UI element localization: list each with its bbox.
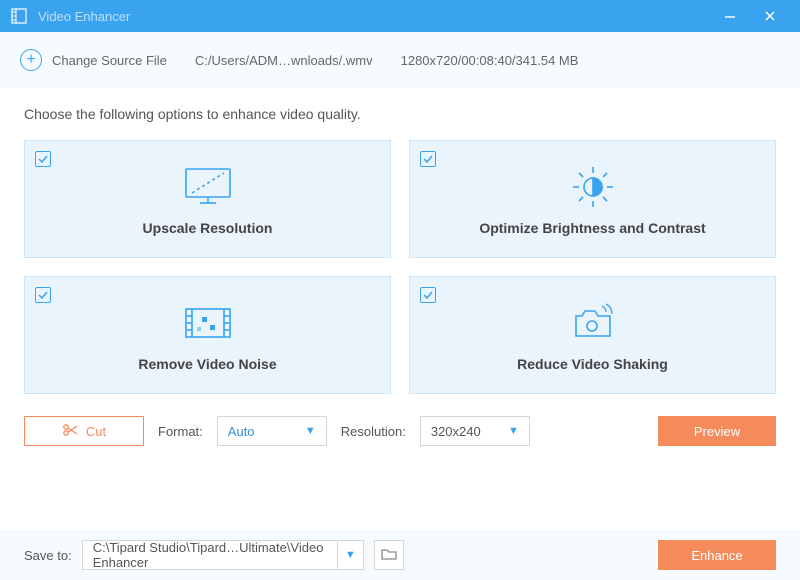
preview-button[interactable]: Preview [658,416,776,446]
toolbar: Cut Format: Auto ▼ Resolution: 320x240 ▼… [0,394,800,446]
app-title: Video Enhancer [38,9,710,24]
format-label: Format: [158,424,203,439]
enhance-label: Enhance [691,548,742,563]
scissors-icon [62,423,78,440]
resolution-label: Resolution: [341,424,406,439]
option-upscale-resolution[interactable]: Upscale Resolution [24,140,391,258]
open-folder-button[interactable] [374,540,404,570]
option-label: Upscale Resolution [143,220,273,236]
folder-icon [381,547,397,564]
saveto-path: C:\Tipard Studio\Tipard…Ultimate\Video E… [93,540,327,570]
chevron-down-icon: ▼ [508,425,519,437]
cut-button[interactable]: Cut [24,416,144,446]
app-icon [10,7,28,25]
checkbox-icon [420,151,436,167]
source-path: C:/Users/ADM…wnloads/.wmv [195,53,373,68]
close-button[interactable] [750,0,790,32]
source-info: 1280x720/00:08:40/341.54 MB [401,53,579,68]
change-source-button[interactable]: + Change Source File [20,49,167,71]
checkbox-icon [35,287,51,303]
brightness-icon [567,162,619,212]
resolution-value: 320x240 [431,424,481,439]
monitor-icon [180,162,236,212]
plus-icon: + [20,49,42,71]
saveto-dropdown-button[interactable]: ▼ [338,540,364,570]
saveto-path-select[interactable]: C:\Tipard Studio\Tipard…Ultimate\Video E… [82,540,338,570]
option-label: Remove Video Noise [138,356,276,372]
cut-label: Cut [86,424,106,439]
saveto-label: Save to: [24,548,72,563]
options-grid: Upscale Resolution Optimize Brightness a… [24,140,776,394]
titlebar: Video Enhancer [0,0,800,32]
resolution-select[interactable]: 320x240 ▼ [420,416,530,446]
change-source-label: Change Source File [52,53,167,68]
format-value: Auto [228,424,255,439]
film-icon [182,298,234,348]
camera-shake-icon [566,298,620,348]
enhance-button[interactable]: Enhance [658,540,776,570]
content: Choose the following options to enhance … [0,88,800,394]
format-select[interactable]: Auto ▼ [217,416,327,446]
footer: Save to: C:\Tipard Studio\Tipard…Ultimat… [0,530,800,580]
option-remove-noise[interactable]: Remove Video Noise [24,276,391,394]
option-label: Reduce Video Shaking [517,356,668,372]
instruction-text: Choose the following options to enhance … [24,106,776,122]
chevron-down-icon: ▼ [305,425,316,437]
option-brightness-contrast[interactable]: Optimize Brightness and Contrast [409,140,776,258]
source-bar: + Change Source File C:/Users/ADM…wnload… [0,32,800,88]
checkbox-icon [35,151,51,167]
option-label: Optimize Brightness and Contrast [479,220,705,236]
minimize-button[interactable] [710,0,750,32]
option-reduce-shaking[interactable]: Reduce Video Shaking [409,276,776,394]
chevron-down-icon: ▼ [345,549,356,561]
checkbox-icon [420,287,436,303]
preview-label: Preview [694,424,740,439]
